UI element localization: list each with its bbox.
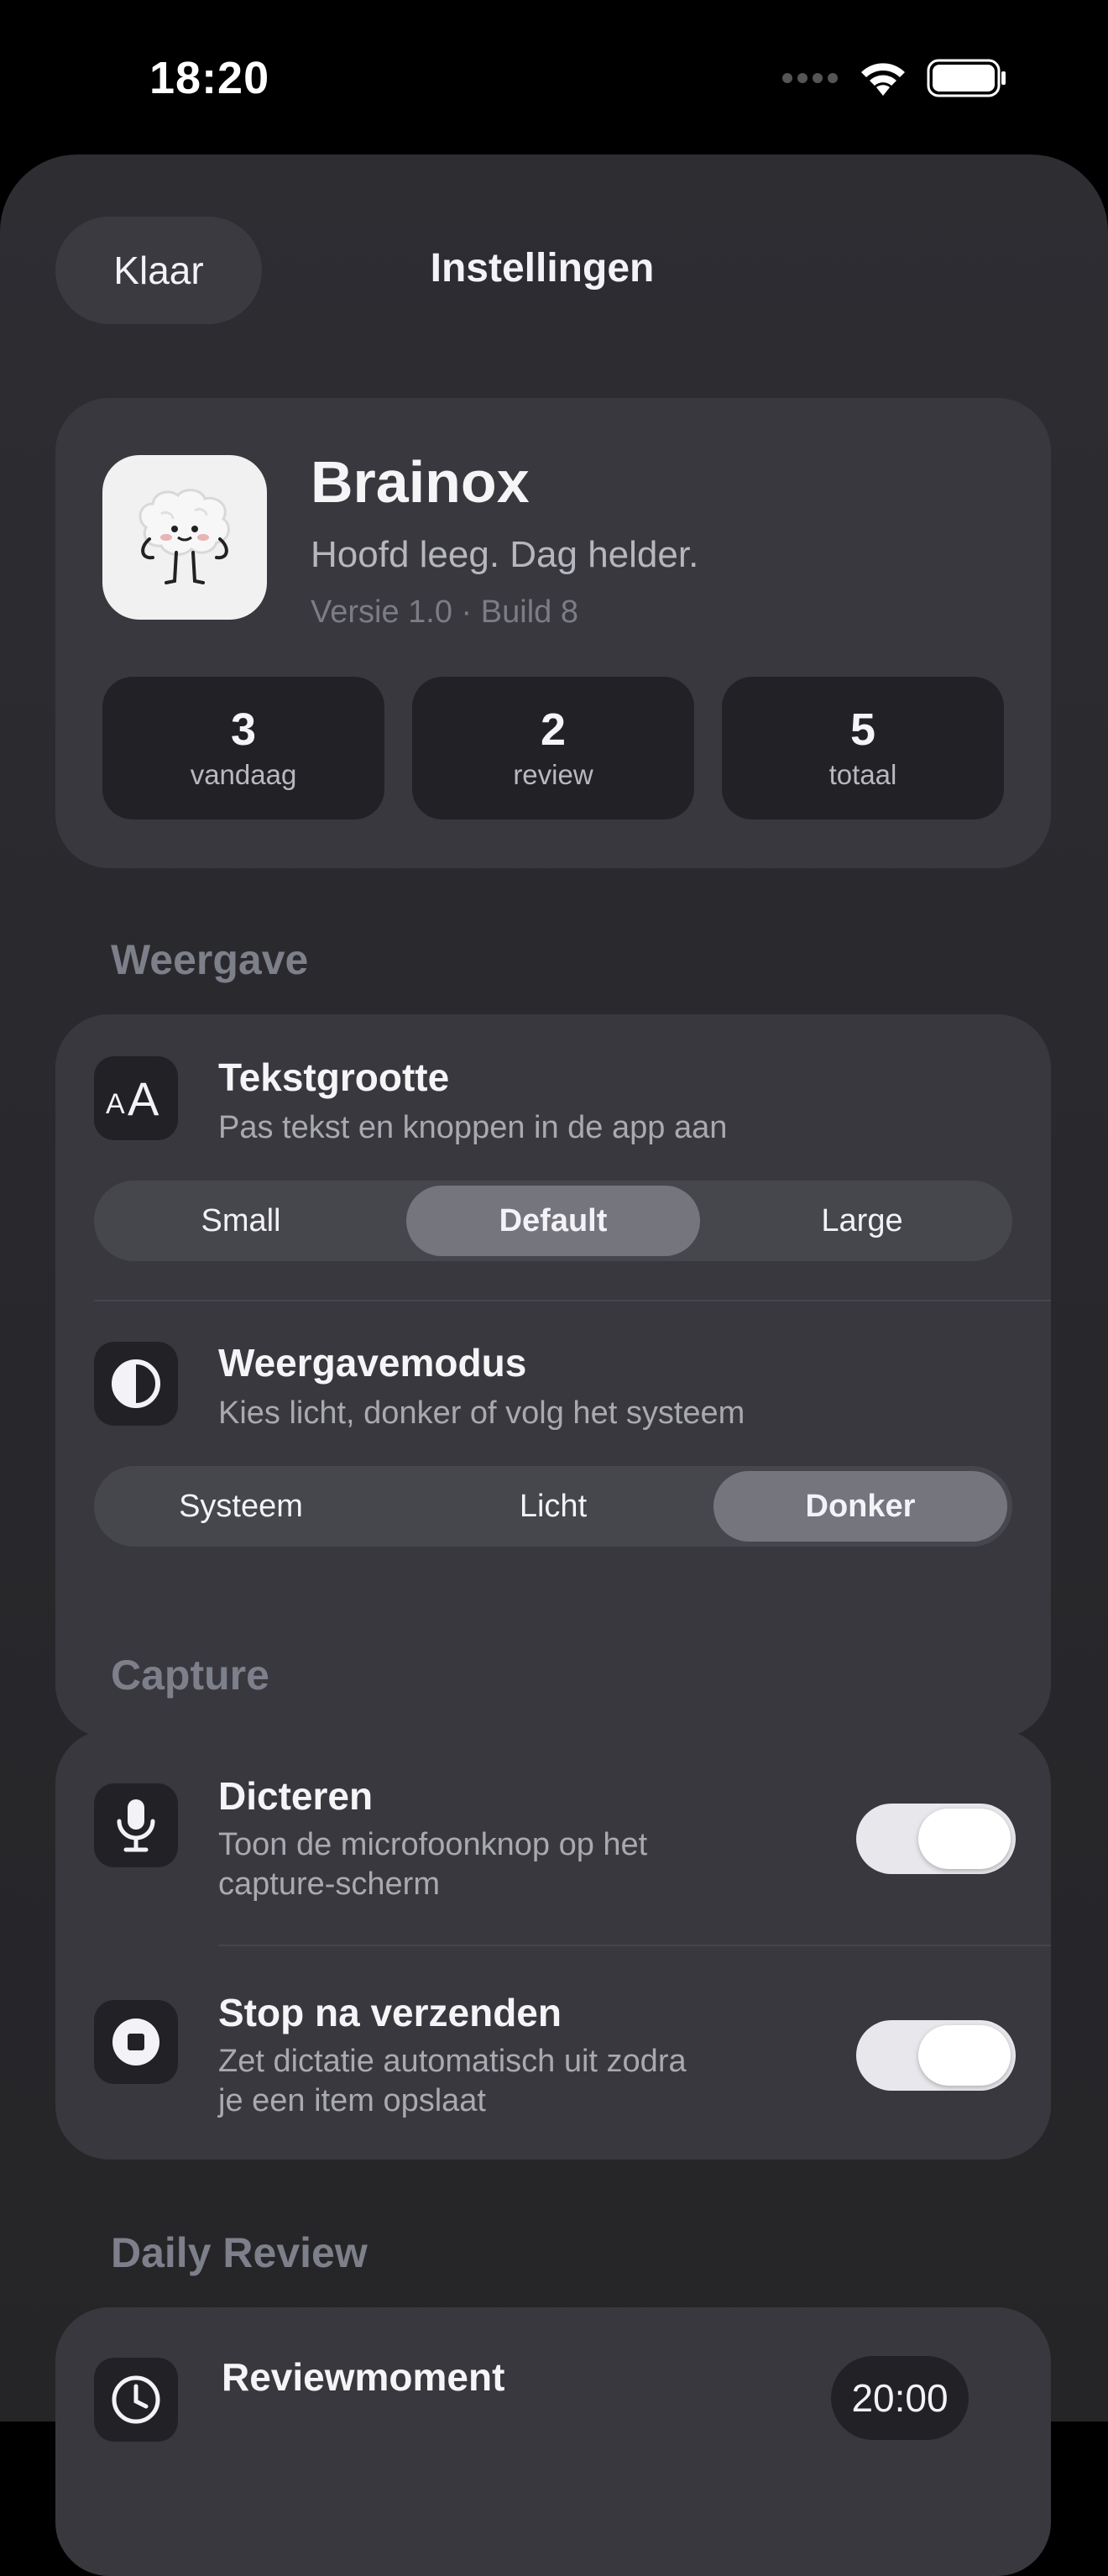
stat-value: 3: [230, 704, 257, 755]
status-bar: 18:20: [0, 0, 1108, 160]
segment-system[interactable]: Systeem: [94, 1471, 388, 1542]
dictation-title: Dicteren: [218, 1774, 374, 1818]
section-header-display: Weergave: [111, 936, 309, 983]
daily-review-card: Reviewmoment 20:00: [55, 2307, 1051, 2576]
dictation-toggle[interactable]: [856, 1804, 1016, 1874]
text-size-title: Tekstgrootte: [218, 1055, 450, 1099]
divider: [218, 1945, 1051, 1946]
dictation-subtitle-line1: Toon de microfoonknop op het: [218, 1827, 648, 1862]
stat-value: 2: [540, 704, 567, 755]
cellular-signal-icon: [781, 70, 839, 91]
svg-text:A: A: [128, 1073, 159, 1123]
page-title: Instellingen: [430, 246, 655, 291]
stop-after-send-subtitle-line1: Zet dictatie automatisch uit zodra: [218, 2044, 687, 2079]
app-info-card: Brainox Hoofd leeg. Dag helder. Versie 1…: [55, 398, 1051, 868]
text-size-icon: A A: [94, 1056, 178, 1140]
settings-sheet: Klaar Instellingen Brainox Hoofd leeg. D…: [0, 154, 1108, 2576]
stop-after-send-title: Stop na verzenden: [218, 1991, 562, 2034]
svg-text:A: A: [106, 1088, 125, 1120]
stop-after-send-toggle[interactable]: [856, 2020, 1016, 2091]
text-size-subtitle: Pas tekst en knoppen in de app aan: [218, 1110, 728, 1145]
clock-icon: [94, 2358, 178, 2442]
status-icons: [781, 59, 1007, 102]
divider: [94, 1300, 1051, 1301]
section-header-capture: Capture: [111, 1652, 269, 1699]
stat-label: review: [513, 759, 593, 790]
stat-total: 5 totaal: [722, 677, 1004, 819]
stat-value: 5: [849, 704, 876, 755]
toggle-knob: [918, 2025, 1011, 2086]
wifi-icon: [858, 59, 908, 102]
stat-label: totaal: [828, 759, 897, 790]
app-version: Versie 1.0 · Build 8: [311, 594, 578, 630]
segment-large[interactable]: Large: [715, 1186, 1009, 1256]
stat-review: 2 review: [412, 677, 694, 819]
review-time-picker[interactable]: 20:00: [831, 2356, 969, 2440]
appearance-title: Weergavemodus: [218, 1341, 527, 1385]
toggle-knob: [918, 1809, 1011, 1869]
segment-dark[interactable]: Donker: [713, 1471, 1007, 1542]
stat-label: vandaag: [190, 759, 297, 790]
battery-icon: [927, 59, 1007, 102]
section-header-daily-review: Daily Review: [111, 2229, 368, 2276]
microphone-icon: [94, 1783, 178, 1867]
appearance-segmented-control: Systeem Licht Donker: [94, 1466, 1012, 1547]
display-card: A A Tekstgrootte Pas tekst en knoppen in…: [55, 1014, 1051, 1738]
text-size-segmented-control: Small Default Large: [94, 1181, 1012, 1261]
dictation-subtitle-line2: capture-scherm: [218, 1867, 440, 1902]
stat-today: 3 vandaag: [102, 677, 384, 819]
app-name: Brainox: [311, 449, 530, 515]
stop-circle-icon: [94, 2000, 178, 2084]
half-circle-contrast-icon: [94, 1342, 178, 1426]
segment-default[interactable]: Default: [406, 1186, 700, 1256]
status-time: 18:20: [149, 53, 270, 103]
segment-light[interactable]: Licht: [406, 1471, 700, 1542]
appearance-subtitle: Kies licht, donker of volg het systeem: [218, 1395, 745, 1431]
review-moment-title: Reviewmoment: [222, 2355, 505, 2399]
app-tagline: Hoofd leeg. Dag helder.: [311, 534, 699, 575]
capture-card: Dicteren Toon de microfoonknop op het ca…: [55, 1730, 1051, 2160]
app-logo: [102, 455, 267, 620]
stop-after-send-subtitle-line2: je een item opslaat: [218, 2083, 486, 2118]
segment-small[interactable]: Small: [94, 1186, 388, 1256]
